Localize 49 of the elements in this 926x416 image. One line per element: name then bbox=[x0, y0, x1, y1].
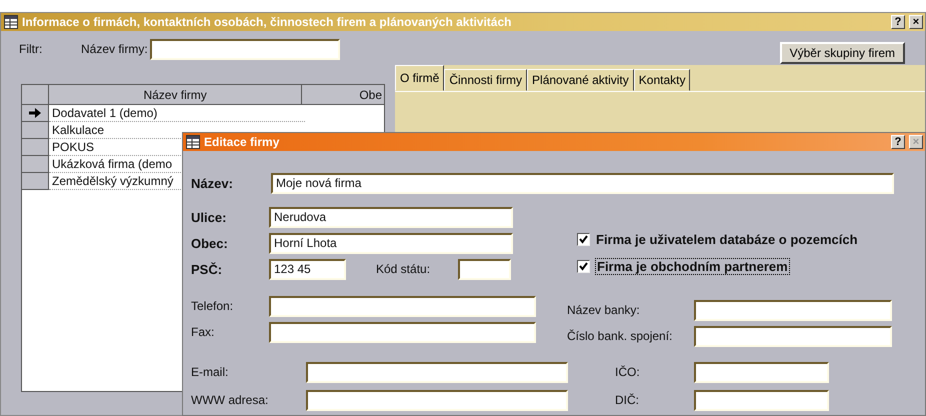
window-title: Informace o firmách, kontaktních osobách, činnostech firem a plánovaných aktivitách bbox=[22, 15, 512, 29]
table-icon bbox=[4, 15, 18, 29]
street-field[interactable]: Nerudova bbox=[269, 206, 513, 228]
country-code-field[interactable] bbox=[458, 258, 511, 280]
bank-account-field[interactable] bbox=[694, 326, 892, 346]
field-label: Název: bbox=[191, 176, 234, 190]
field-label: Obec: bbox=[191, 236, 229, 250]
checkbox[interactable] bbox=[577, 260, 590, 273]
filter-label: Filtr: bbox=[19, 42, 44, 56]
help-button[interactable]: ? bbox=[891, 15, 905, 29]
bank-name-field[interactable] bbox=[694, 300, 892, 320]
checkbox-label: Firma je uživatelem databáze o pozemcích bbox=[596, 232, 858, 247]
row-selector[interactable] bbox=[22, 105, 49, 122]
tab[interactable]: O firmě bbox=[395, 65, 444, 91]
filter-field[interactable] bbox=[150, 38, 340, 60]
table-icon bbox=[186, 135, 200, 149]
email-field[interactable] bbox=[306, 362, 568, 382]
field-label: E-mail: bbox=[191, 365, 230, 379]
ico-field[interactable] bbox=[694, 362, 829, 382]
zip-field[interactable]: 123 45 bbox=[269, 258, 346, 280]
field-label: Fax: bbox=[191, 325, 216, 339]
arrow-icon bbox=[29, 108, 41, 118]
checkbox[interactable] bbox=[577, 233, 590, 246]
dic-field[interactable] bbox=[694, 390, 829, 410]
checkbox-label: Firma je obchodním partnerem bbox=[596, 259, 789, 274]
fax-field[interactable] bbox=[269, 322, 536, 342]
column-header[interactable]: Obe bbox=[302, 85, 384, 105]
table-cell: Dodavatel 1 (demo) bbox=[49, 105, 305, 122]
field-label: Ulice: bbox=[191, 210, 228, 224]
field-label: DIČ: bbox=[615, 393, 640, 407]
field-label: Název banky: bbox=[567, 303, 641, 317]
field-label: Kód státu: bbox=[376, 262, 432, 276]
field-label: Telefon: bbox=[191, 299, 234, 313]
field-label: PSČ: bbox=[191, 262, 224, 276]
name-field[interactable]: Moje nová firma bbox=[271, 172, 894, 194]
field-label: WWW adresa: bbox=[191, 393, 270, 407]
web-address-field[interactable] bbox=[306, 390, 568, 410]
tab[interactable]: Kontakty bbox=[634, 69, 690, 91]
tab[interactable]: Činnosti firmy bbox=[444, 69, 528, 91]
group-select-button[interactable]: Výběr skupiny firem bbox=[780, 42, 905, 64]
help-button[interactable]: ? bbox=[891, 135, 905, 149]
close-button[interactable]: × bbox=[909, 15, 923, 29]
phone-field[interactable] bbox=[269, 296, 536, 316]
field-label: IČO: bbox=[615, 365, 641, 379]
column-header[interactable]: Název firmy bbox=[49, 85, 302, 105]
tab[interactable]: Plánované aktivity bbox=[527, 69, 634, 91]
field-label: Číslo bank. spojení: bbox=[567, 329, 674, 343]
city-field[interactable]: Horní Lhota bbox=[269, 232, 513, 254]
field-label: Název firmy: bbox=[81, 42, 148, 56]
